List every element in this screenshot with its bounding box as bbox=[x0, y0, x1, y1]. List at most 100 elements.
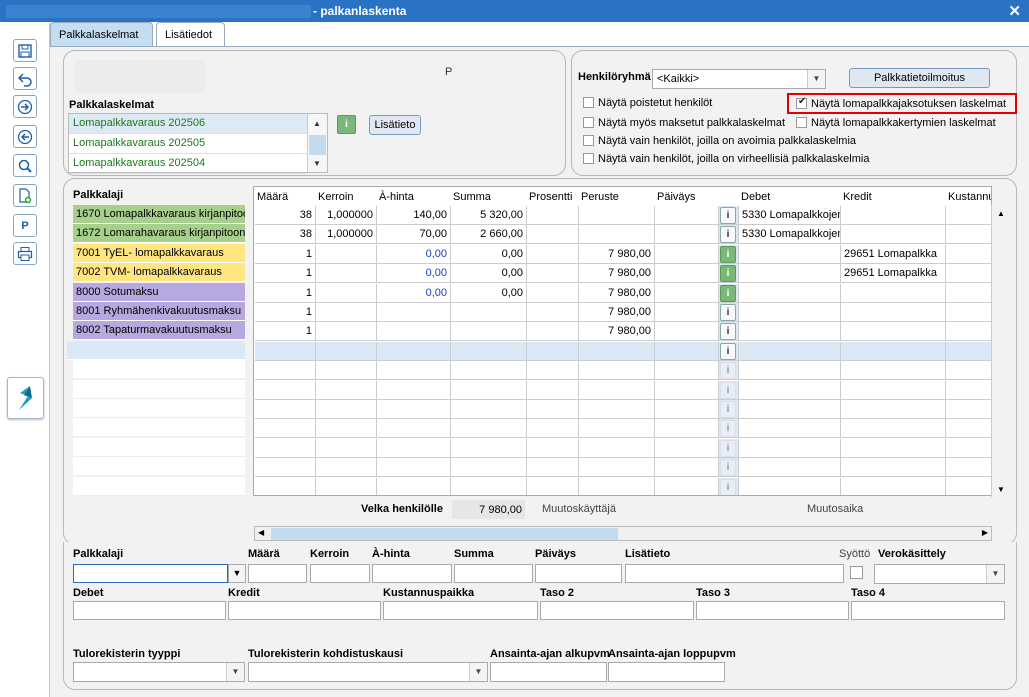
info-button[interactable]: i bbox=[720, 323, 736, 341]
grid-cell[interactable] bbox=[316, 244, 377, 264]
list-item[interactable]: Lomapalkkavaraus 202506 bbox=[69, 114, 307, 134]
new-document-icon[interactable] bbox=[13, 184, 37, 207]
info-button[interactable]: i bbox=[720, 245, 736, 263]
grid-cell[interactable] bbox=[579, 419, 655, 439]
palkkalaji-cell[interactable] bbox=[73, 457, 245, 477]
grid-cell[interactable] bbox=[255, 400, 316, 419]
scroll-down-icon[interactable]: ▼ bbox=[997, 485, 1005, 494]
info-button[interactable]: i bbox=[720, 265, 736, 283]
palkkalaji-cell[interactable] bbox=[73, 360, 245, 380]
scroll-thumb[interactable] bbox=[309, 135, 326, 155]
tab-lisatiedot[interactable]: Lisätiedot bbox=[156, 22, 225, 46]
henkiloryhma-select[interactable]: <Kaikki> ▼ bbox=[652, 69, 826, 89]
chevron-down-icon[interactable]: ▼ bbox=[469, 663, 487, 681]
palkkalaji-cell[interactable]: 1670 Lomapalkkavaraus kirjanpitoon bbox=[73, 205, 245, 224]
grid-cell[interactable] bbox=[316, 322, 377, 342]
grid-cell[interactable]: 7 980,00 bbox=[579, 303, 655, 322]
grid-cell[interactable] bbox=[655, 458, 719, 478]
grid-cell[interactable] bbox=[377, 458, 451, 478]
grid-cell[interactable] bbox=[946, 361, 991, 381]
taso4-input[interactable] bbox=[851, 601, 1005, 620]
grid-cell[interactable] bbox=[739, 341, 841, 361]
grid-cell[interactable]: 29651 Lomapalkka bbox=[841, 264, 946, 284]
grid-cell[interactable] bbox=[579, 341, 655, 361]
taso2-input[interactable] bbox=[540, 601, 694, 620]
grid-cell[interactable] bbox=[655, 283, 719, 303]
grid-cell[interactable] bbox=[255, 361, 316, 381]
grid-cell[interactable] bbox=[655, 303, 719, 322]
column-header[interactable]: Peruste bbox=[579, 188, 655, 206]
grid-cell[interactable] bbox=[527, 458, 579, 478]
grid-cell[interactable] bbox=[841, 206, 946, 225]
grid-cell[interactable] bbox=[946, 381, 991, 400]
palkkalaji-cell[interactable]: 7002 TVM- lomapalkkavaraus bbox=[73, 263, 245, 283]
grid-cell[interactable] bbox=[579, 206, 655, 225]
p-icon[interactable]: P bbox=[13, 214, 37, 237]
grid-cell[interactable] bbox=[655, 322, 719, 342]
grid-cell[interactable] bbox=[255, 419, 316, 439]
grid-cell[interactable]: 0,00 bbox=[377, 283, 451, 303]
grid-cell[interactable] bbox=[451, 380, 527, 400]
grid-cell[interactable] bbox=[255, 438, 316, 458]
grid-cell[interactable]: 0,00 bbox=[451, 283, 527, 303]
info-button[interactable]: i bbox=[720, 381, 736, 399]
grid-cell[interactable] bbox=[316, 458, 377, 478]
list-item[interactable]: Lomapalkkavaraus 202505 bbox=[69, 134, 307, 154]
grid-cell[interactable] bbox=[377, 400, 451, 419]
grid-cell[interactable] bbox=[527, 283, 579, 303]
grid-cell[interactable] bbox=[655, 438, 719, 458]
grid-cell[interactable] bbox=[841, 458, 946, 478]
grid-cell[interactable] bbox=[451, 477, 527, 495]
grid-cell[interactable]: 7 980,00 bbox=[579, 283, 655, 303]
summa-input[interactable] bbox=[454, 564, 533, 583]
grid-cell[interactable] bbox=[579, 225, 655, 245]
grid-cell[interactable] bbox=[579, 361, 655, 381]
grid-cell[interactable] bbox=[841, 303, 946, 322]
grid-cell[interactable] bbox=[655, 244, 719, 264]
chevron-down-icon[interactable]: ▼ bbox=[228, 564, 246, 583]
grid-cell[interactable] bbox=[739, 419, 841, 439]
grid-cell[interactable] bbox=[451, 458, 527, 478]
scroll-down-icon[interactable]: ▼ bbox=[313, 159, 321, 168]
info-button[interactable]: i bbox=[720, 420, 736, 438]
info-button[interactable]: i bbox=[720, 401, 736, 418]
ansainta-loppu-input[interactable] bbox=[608, 662, 725, 682]
paivays-input[interactable] bbox=[535, 564, 622, 583]
scroll-up-icon[interactable]: ▲ bbox=[997, 209, 1005, 218]
grid-cell[interactable]: 5330 Lomapalkkojen bbox=[739, 225, 841, 245]
grid-cell[interactable] bbox=[527, 206, 579, 225]
grid-cell[interactable]: 38 bbox=[255, 225, 316, 245]
grid-cell[interactable] bbox=[527, 477, 579, 495]
grid-cell[interactable] bbox=[579, 458, 655, 478]
forward-icon[interactable] bbox=[13, 95, 37, 118]
grid-cell[interactable] bbox=[451, 341, 527, 361]
grid-cell[interactable]: 1,000000 bbox=[316, 225, 377, 245]
grid-cell[interactable] bbox=[316, 400, 377, 419]
grid-cell[interactable] bbox=[377, 361, 451, 381]
grid-cell[interactable] bbox=[946, 245, 991, 264]
checkbox-avoimia[interactable] bbox=[583, 135, 594, 146]
info-button[interactable]: i bbox=[720, 478, 736, 495]
grid-cell[interactable]: 1 bbox=[255, 322, 316, 342]
grid-cell[interactable] bbox=[655, 419, 719, 439]
grid-cell[interactable] bbox=[377, 322, 451, 342]
grid-cell[interactable] bbox=[527, 419, 579, 439]
info-button[interactable]: i bbox=[720, 304, 736, 321]
ahinta-input[interactable] bbox=[372, 564, 452, 583]
grid-cell[interactable]: 1 bbox=[255, 264, 316, 284]
checkbox-lomapalkkakertymat[interactable] bbox=[796, 117, 807, 128]
grid-cell[interactable]: 7 980,00 bbox=[579, 244, 655, 264]
grid-cell[interactable] bbox=[579, 438, 655, 458]
column-header[interactable]: Kredit bbox=[841, 188, 946, 206]
grid-cell[interactable]: 1,000000 bbox=[316, 206, 377, 225]
grid-cell[interactable]: 38 bbox=[255, 206, 316, 225]
grid-cell[interactable] bbox=[377, 341, 451, 361]
grid-cell[interactable] bbox=[527, 400, 579, 419]
chevron-down-icon[interactable]: ▼ bbox=[986, 565, 1004, 583]
grid-cell[interactable] bbox=[316, 283, 377, 303]
grid-cell[interactable] bbox=[377, 419, 451, 439]
grid-cell[interactable] bbox=[841, 400, 946, 419]
list-scrollbar[interactable]: ▲ ▼ bbox=[307, 114, 327, 172]
grid-cell[interactable] bbox=[739, 361, 841, 381]
grid-cell[interactable] bbox=[739, 303, 841, 322]
